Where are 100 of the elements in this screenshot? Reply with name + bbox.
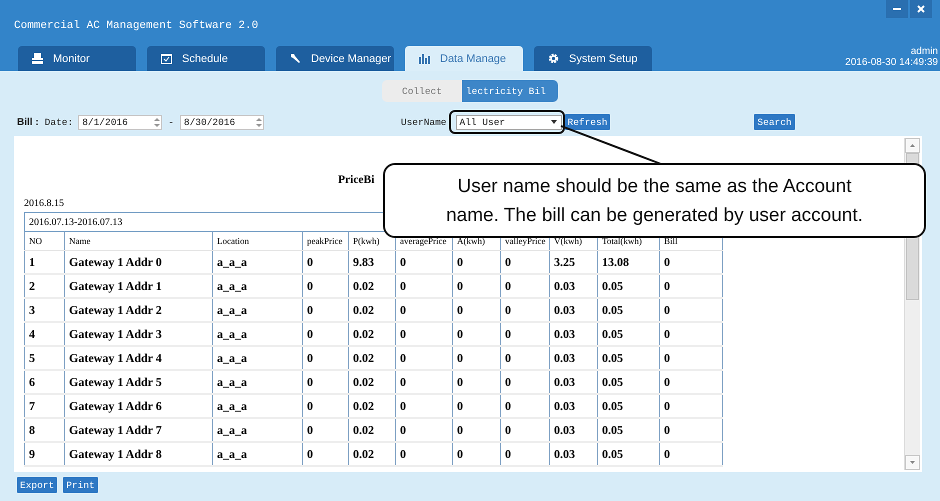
window-title: Commercial AC Management Software 2.0 (14, 20, 258, 32)
nav-tab[interactable]: Schedule (147, 46, 265, 71)
table-cell: 5 (24, 346, 64, 370)
table-cell: 0 (500, 322, 550, 346)
nav-tab[interactable]: Data Manage (405, 46, 523, 71)
table-cell: 0 (500, 370, 550, 394)
table-cell: 0 (302, 298, 348, 322)
date-field[interactable]: 8/30/2016 (180, 114, 264, 130)
table-cell: 0 (302, 346, 348, 370)
table-cell: 2 (24, 274, 64, 298)
table-cell: 0.05 (598, 322, 660, 346)
search-button[interactable]: Search (754, 114, 795, 130)
table-cell: 0 (396, 298, 452, 322)
table-cell: 0 (302, 322, 348, 346)
table-cell: 0 (452, 322, 500, 346)
table-cell: 0.02 (348, 418, 396, 442)
table-cell: 0.03 (550, 322, 598, 346)
table-cell: 0 (500, 298, 550, 322)
footer-button[interactable]: Print (63, 477, 98, 493)
table-cell: a_a_a (212, 346, 302, 370)
refresh-button[interactable]: Refresh (564, 114, 610, 130)
down-arrow-icon (910, 461, 915, 464)
table-cell: 0 (302, 418, 348, 442)
table-cell: 0 (396, 346, 452, 370)
table-cell: 0.02 (348, 298, 396, 322)
table-cell: 0.05 (598, 442, 660, 466)
table-cell: 0.03 (550, 274, 598, 298)
scroll-down-button[interactable] (905, 455, 920, 470)
table-cell: a_a_a (212, 394, 302, 418)
table-cell: 0 (396, 394, 452, 418)
table-cell: 0 (452, 274, 500, 298)
table-cell: 0.02 (348, 322, 396, 346)
table-cell: 0.05 (598, 274, 660, 298)
table-cell: 0 (660, 394, 723, 418)
table-cell: 0 (500, 250, 550, 274)
close-button[interactable] (910, 0, 932, 18)
spinner-icon[interactable] (254, 116, 263, 128)
bill-label: Bill : (17, 116, 39, 128)
table-cell: 9 (24, 442, 64, 466)
table-cell: 0 (452, 370, 500, 394)
table-cell: a_a_a (212, 274, 302, 298)
table-cell: 0.03 (550, 418, 598, 442)
table-cell: 0 (302, 250, 348, 274)
table-cell: 0 (396, 418, 452, 442)
table-cell: 0.05 (598, 298, 660, 322)
sub-tab[interactable]: lectricity Bil (462, 80, 558, 102)
table-cell: 0.02 (348, 346, 396, 370)
table-cell: 0 (660, 346, 723, 370)
scroll-up-button[interactable] (905, 138, 920, 153)
table-cell: 0 (396, 442, 452, 466)
column-header: peakPrice (302, 232, 348, 250)
table-cell: 0 (660, 298, 723, 322)
table-cell: 9.83 (348, 250, 396, 274)
footer-button[interactable]: Export (17, 477, 58, 493)
user-dropdown[interactable]: All User (456, 114, 562, 130)
table-cell: 0.02 (348, 274, 396, 298)
table-cell: 7 (24, 394, 64, 418)
table-cell: Gateway 1 Addr 6 (64, 394, 212, 418)
table-cell: Gateway 1 Addr 5 (64, 370, 212, 394)
report-date: 2016.8.15 (24, 198, 65, 211)
table-cell: 0 (500, 418, 550, 442)
caret-icon (550, 120, 556, 124)
table-cell: 0 (500, 394, 550, 418)
table-cell: 0.05 (598, 346, 660, 370)
table-cell: Gateway 1 Addr 2 (64, 298, 212, 322)
table-cell: 3.25 (550, 250, 598, 274)
table-cell: Gateway 1 Addr 0 (64, 250, 212, 274)
table-cell: a_a_a (212, 322, 302, 346)
table-cell: Gateway 1 Addr 8 (64, 442, 212, 466)
nav-tab[interactable]: Monitor (18, 46, 136, 71)
table-cell: a_a_a (212, 298, 302, 322)
table-cell: 3 (24, 298, 64, 322)
table-cell: 0 (396, 322, 452, 346)
table-cell: 1 (24, 250, 64, 274)
table-cell: 0 (302, 370, 348, 394)
table-cell: a_a_a (212, 442, 302, 466)
table-cell: 0 (452, 394, 500, 418)
table-cell: 0 (396, 370, 452, 394)
up-arrow-icon (910, 144, 915, 147)
table-cell: 0 (452, 298, 500, 322)
table-cell: 0 (396, 274, 452, 298)
table-cell: Gateway 1 Addr 4 (64, 346, 212, 370)
nav-tab[interactable]: System Setup (534, 46, 652, 71)
table-cell: 0 (500, 442, 550, 466)
table-cell: 0 (452, 418, 500, 442)
table-cell: Gateway 1 Addr 3 (64, 322, 212, 346)
table-cell: a_a_a (212, 370, 302, 394)
nav-tab[interactable]: Device Manager (276, 46, 394, 71)
column-header: Location (212, 232, 302, 250)
spinner-icon[interactable] (153, 116, 162, 128)
close-icon (917, 5, 925, 13)
table-cell: 0.05 (598, 394, 660, 418)
minimize-button[interactable] (886, 0, 908, 18)
date-label: Date: (44, 116, 74, 128)
table-cell: Gateway 1 Addr 7 (64, 418, 212, 442)
date-field[interactable]: 8/1/2016 (78, 114, 162, 130)
sub-tab[interactable]: Collect (382, 80, 462, 102)
table-cell: 13.08 (598, 250, 660, 274)
table-cell: 0.02 (348, 370, 396, 394)
table-cell: a_a_a (212, 250, 302, 274)
